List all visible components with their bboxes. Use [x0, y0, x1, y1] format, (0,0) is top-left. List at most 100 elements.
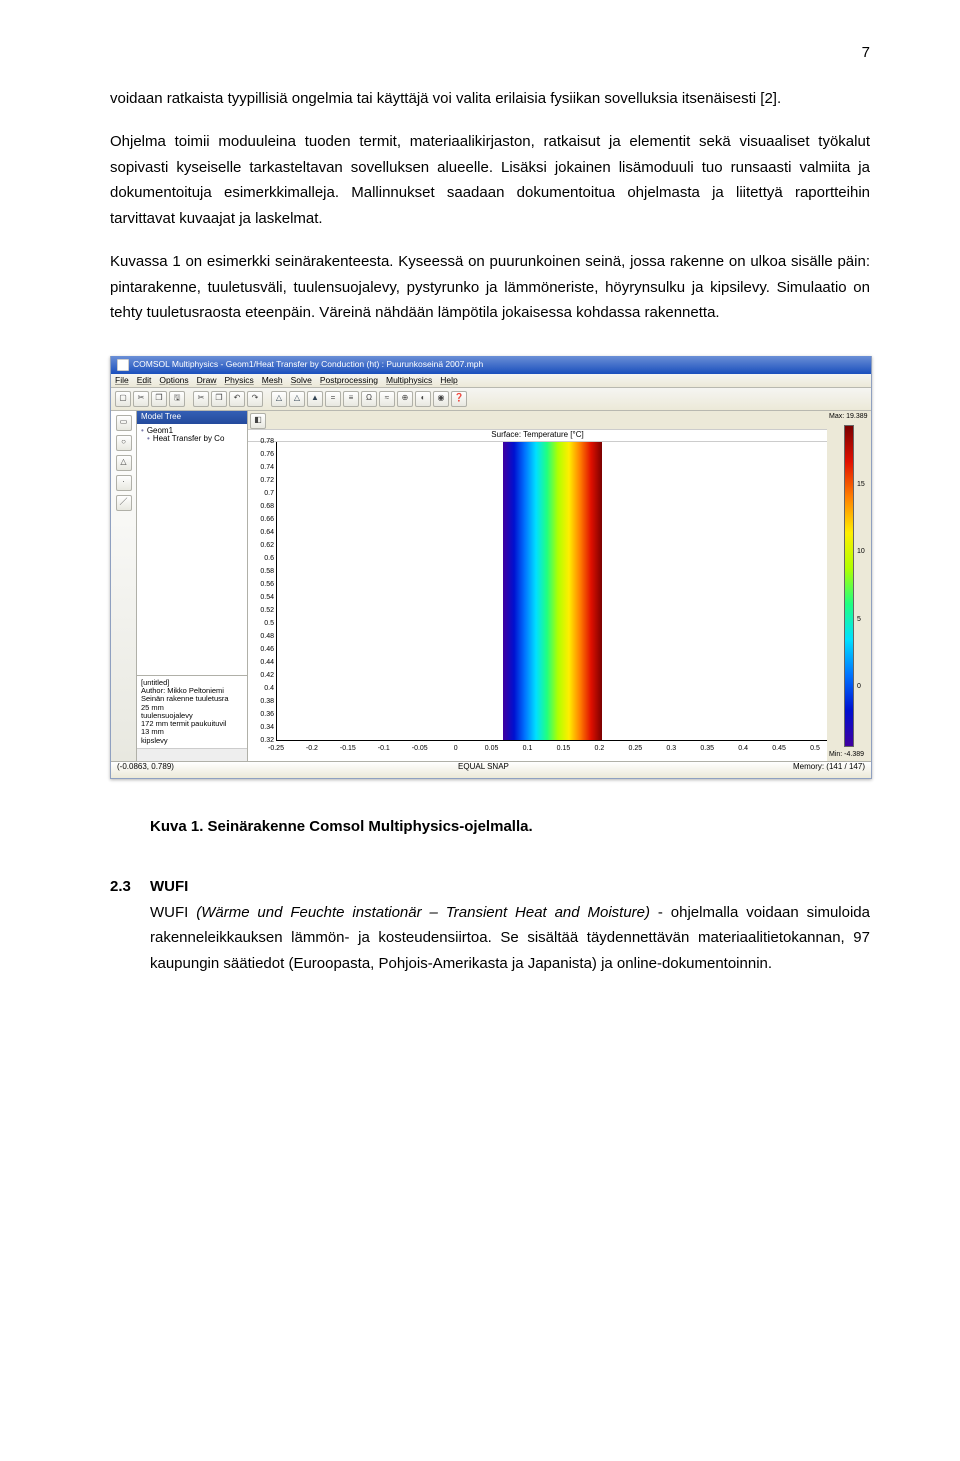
- menu-edit[interactable]: Edit: [137, 376, 152, 385]
- app-icon: [117, 359, 129, 371]
- palette-btn[interactable]: ·: [116, 475, 132, 491]
- toolbar-btn[interactable]: ✂: [133, 391, 149, 407]
- menu-draw[interactable]: Draw: [197, 376, 217, 385]
- y-tick: 0.76: [260, 451, 274, 459]
- y-tick: 0.36: [260, 711, 274, 719]
- x-tick: 0.4: [738, 745, 748, 753]
- palette-btn[interactable]: ▭: [116, 415, 132, 431]
- toolbar-btn[interactable]: ❓: [451, 391, 467, 407]
- model-tree-header: Model Tree: [137, 411, 247, 424]
- toolbar-btn[interactable]: ❐: [211, 391, 227, 407]
- status-mode: EQUAL SNAP: [458, 763, 509, 777]
- toolbar-btn[interactable]: ≡: [343, 391, 359, 407]
- para-3: Kuvassa 1 on esimerkki seinärakenteesta.…: [110, 249, 870, 326]
- y-tick: 0.66: [260, 516, 274, 524]
- model-info-box: [untitled] Author: Mikko Peltoniemi Sein…: [137, 675, 247, 748]
- menu-multiphysics[interactable]: Multiphysics: [386, 376, 432, 385]
- toolbar-btn[interactable]: ≈: [379, 391, 395, 407]
- plot-title: Surface: Temperature [°C]: [248, 430, 827, 442]
- temperature-field: [503, 442, 602, 740]
- y-tick: 0.68: [260, 503, 274, 511]
- y-tick: 0.62: [260, 542, 274, 550]
- x-tick: -0.05: [412, 745, 428, 753]
- y-tick: 0.34: [260, 724, 274, 732]
- menu-bar[interactable]: File Edit Options Draw Physics Mesh Solv…: [111, 374, 871, 388]
- y-tick: 0.54: [260, 594, 274, 602]
- model-tree-panel: Model Tree Geom1 Heat Transfer by Co [un…: [137, 411, 248, 761]
- x-tick: 0.15: [557, 745, 571, 753]
- toolbar-btn[interactable]: ↶: [229, 391, 245, 407]
- menu-physics[interactable]: Physics: [225, 376, 254, 385]
- toolbar-btn[interactable]: ↷: [247, 391, 263, 407]
- x-tick: 0.45: [772, 745, 786, 753]
- toolbar-btn[interactable]: ❒: [151, 391, 167, 407]
- x-tick: 0.5: [810, 745, 820, 753]
- palette-btn[interactable]: △: [116, 455, 132, 471]
- toolbar-btn[interactable]: ◐: [415, 391, 431, 407]
- colorbar-panel: Max: 19.389 151050 Min: -4.389: [827, 411, 871, 761]
- palette-btn[interactable]: ○: [116, 435, 132, 451]
- x-tick: 0: [454, 745, 458, 753]
- plot-toolbar-btn[interactable]: ◧: [250, 413, 266, 429]
- menu-solve[interactable]: Solve: [291, 376, 312, 385]
- menu-mesh[interactable]: Mesh: [262, 376, 283, 385]
- toolbar-btn[interactable]: ⊕: [397, 391, 413, 407]
- toolbar-btn[interactable]: △: [271, 391, 287, 407]
- figure-caption: Kuva 1. Seinärakenne Comsol Multiphysics…: [150, 814, 870, 840]
- y-tick: 0.32: [260, 737, 274, 745]
- y-tick: 0.58: [260, 568, 274, 576]
- toolbar-btn[interactable]: Ω: [361, 391, 377, 407]
- section-title: WUFI: [150, 874, 870, 900]
- toolbar-btn[interactable]: ◉: [433, 391, 449, 407]
- x-tick: 0.1: [523, 745, 533, 753]
- y-tick: 0.44: [260, 659, 274, 667]
- left-tool-palette: ▭ ○ △ · ／: [111, 411, 137, 761]
- palette-btn[interactable]: ／: [116, 495, 132, 511]
- status-bar: (-0.0863, 0.789) EQUAL SNAP Memory: (141…: [111, 761, 871, 778]
- toolbar-btn[interactable]: ▢: [115, 391, 131, 407]
- para4-prefix: WUFI: [150, 904, 196, 921]
- x-tick: -0.25: [268, 745, 284, 753]
- y-tick: 0.6: [264, 555, 274, 563]
- y-tick: 0.74: [260, 464, 274, 472]
- menu-options[interactable]: Options: [159, 376, 188, 385]
- toolbar-btn[interactable]: ▲: [307, 391, 323, 407]
- y-axis: 0.780.760.740.720.70.680.660.640.620.60.…: [248, 442, 277, 741]
- y-tick: 0.4: [264, 685, 274, 693]
- min-value: Min: -4.389: [829, 751, 869, 759]
- chart-canvas: [277, 442, 827, 741]
- section-number: 2.3: [110, 874, 150, 900]
- colorbar-tick: 5: [857, 616, 861, 624]
- plot-area: ◧ Surface: Temperature [°C] 0.78 0.76 0.74…: [248, 411, 827, 761]
- y-tick: 0.38: [260, 698, 274, 706]
- main-toolbar: ▢ ✂ ❒ 🖫 ✂ ❐ ↶ ↷ △ △ ▲ = ≡ Ω ≈ ⊕ ◐ ◉ ❓: [111, 388, 871, 411]
- y-tick: 0.46: [260, 646, 274, 654]
- tree-item[interactable]: Heat Transfer by Co: [147, 435, 243, 444]
- x-tick: -0.1: [378, 745, 390, 753]
- menu-help[interactable]: Help: [440, 376, 457, 385]
- x-tick: 0.35: [700, 745, 714, 753]
- toolbar-btn[interactable]: ✂: [193, 391, 209, 407]
- window-titlebar: COMSOL Multiphysics - Geom1/Heat Transfe…: [111, 356, 871, 374]
- status-memory: Memory: (141 / 147): [793, 763, 865, 777]
- max-value: Max: 19.389: [829, 413, 869, 421]
- y-tick: 0.52: [260, 607, 274, 615]
- toolbar-btn[interactable]: 🖫: [169, 391, 185, 407]
- scrollbar-horizontal[interactable]: [137, 748, 247, 761]
- colorbar-tick: 10: [857, 548, 865, 556]
- y-tick: 0.72: [260, 477, 274, 485]
- para4-italic: (Wärme und Feuchte instationär – Transie…: [196, 904, 650, 921]
- colorbar-tick: 15: [857, 481, 865, 489]
- y-tick: 0.78: [260, 438, 274, 446]
- x-tick: 0.05: [485, 745, 499, 753]
- toolbar-btn[interactable]: △: [289, 391, 305, 407]
- window-title: COMSOL Multiphysics - Geom1/Heat Transfe…: [133, 360, 483, 369]
- para-1: voidaan ratkaista tyypillisiä ongelmia t…: [110, 86, 870, 112]
- menu-postprocessing[interactable]: Postprocessing: [320, 376, 378, 385]
- x-tick: 0.25: [629, 745, 643, 753]
- toolbar-btn[interactable]: =: [325, 391, 341, 407]
- page-number: 7: [110, 40, 870, 66]
- menu-file[interactable]: File: [115, 376, 129, 385]
- x-tick: 0.2: [595, 745, 605, 753]
- colorbar: 151050: [844, 425, 854, 748]
